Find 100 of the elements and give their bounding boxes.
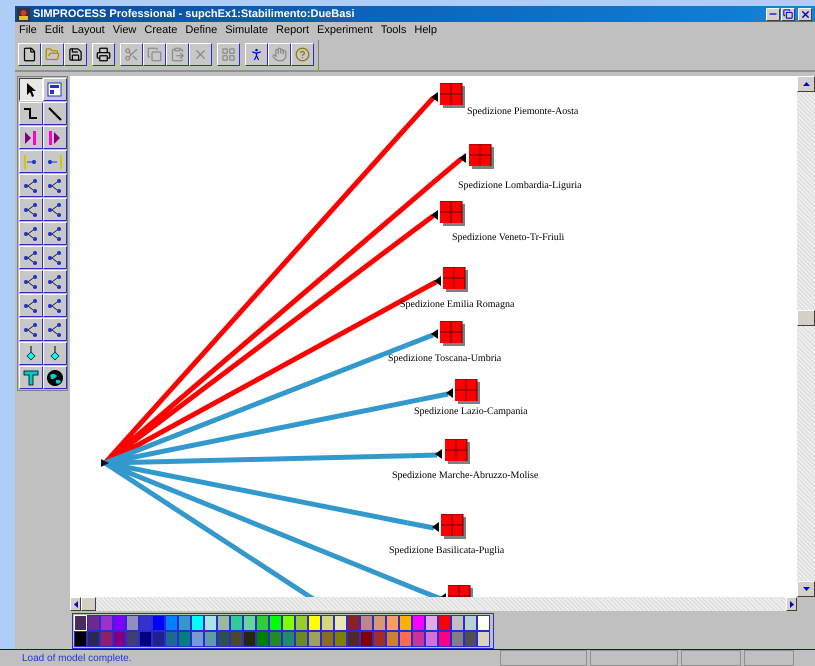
color-swatch[interactable] [87, 631, 100, 647]
color-swatch[interactable] [282, 631, 295, 647]
color-swatch[interactable] [425, 615, 438, 631]
color-swatch[interactable] [412, 631, 425, 647]
color-swatch[interactable] [295, 615, 308, 631]
color-swatch[interactable] [425, 631, 438, 647]
color-swatch[interactable] [347, 631, 360, 647]
color-swatch[interactable] [269, 631, 282, 647]
node-label: Spedizione Marche-Abruzzo-Molise [392, 470, 538, 482]
close-button[interactable] [798, 8, 812, 20]
color-swatch[interactable] [360, 631, 373, 647]
color-swatch[interactable] [126, 615, 139, 631]
color-swatch[interactable] [165, 631, 178, 647]
tool-button[interactable] [19, 78, 43, 101]
color-swatch[interactable] [256, 615, 269, 631]
color-swatch[interactable] [386, 631, 399, 647]
color-swatch[interactable] [191, 615, 204, 631]
node-label: Spedizione Lombardia-Liguria [458, 180, 582, 192]
block-icon [455, 379, 481, 405]
scroll-thumb[interactable] [81, 597, 96, 611]
color-swatch[interactable] [477, 631, 490, 647]
color-swatch[interactable] [74, 631, 87, 647]
color-swatch[interactable] [334, 615, 347, 631]
color-swatch[interactable] [191, 631, 204, 647]
toolbar-button[interactable] [64, 43, 87, 66]
scroll-thumb[interactable] [797, 310, 815, 326]
color-swatch[interactable] [126, 631, 139, 647]
menu-item[interactable]: Tools [378, 22, 408, 39]
menu-item[interactable]: Experiment [315, 22, 375, 39]
color-swatch[interactable] [230, 615, 243, 631]
color-swatch[interactable] [243, 615, 256, 631]
toolbar-button[interactable] [18, 43, 41, 66]
color-swatch[interactable] [451, 615, 464, 631]
color-swatch[interactable] [347, 615, 360, 631]
color-swatch[interactable] [360, 615, 373, 631]
menu-item[interactable]: View [110, 22, 138, 39]
color-swatch[interactable] [139, 631, 152, 647]
color-swatch[interactable] [165, 615, 178, 631]
horizontal-scrollbar[interactable] [70, 597, 797, 611]
color-swatch[interactable] [217, 631, 230, 647]
color-swatch[interactable] [282, 615, 295, 631]
color-swatch[interactable] [308, 631, 321, 647]
color-swatch[interactable] [113, 615, 126, 631]
color-swatch[interactable] [477, 615, 490, 631]
color-swatch[interactable] [178, 631, 191, 647]
node-label: Spedizione Toscana-Umbria [388, 353, 502, 365]
toolbar-button[interactable] [41, 43, 64, 66]
color-swatch[interactable] [399, 615, 412, 631]
color-swatch[interactable] [152, 615, 165, 631]
menu-item[interactable]: Define [183, 22, 220, 39]
color-swatch[interactable] [178, 615, 191, 631]
color-swatch[interactable] [217, 615, 230, 631]
color-swatch[interactable] [334, 631, 347, 647]
color-swatch[interactable] [243, 631, 256, 647]
color-swatch[interactable] [269, 615, 282, 631]
menu-item[interactable]: Edit [42, 22, 66, 39]
color-swatch[interactable] [373, 615, 386, 631]
scissors-icon [124, 47, 139, 62]
color-swatch[interactable] [100, 631, 113, 647]
color-swatch[interactable] [412, 615, 425, 631]
color-swatch[interactable] [464, 631, 477, 647]
restore-icon [783, 9, 793, 19]
color-swatch[interactable] [321, 615, 334, 631]
clipboard-icon [170, 47, 185, 62]
restore-button[interactable] [781, 8, 795, 20]
toolbar-button[interactable] [245, 43, 268, 66]
color-swatch[interactable] [256, 631, 269, 647]
block-icon [469, 144, 495, 170]
menu-item[interactable]: Create [142, 22, 180, 39]
color-swatch[interactable] [386, 615, 399, 631]
minimize-button[interactable] [766, 8, 780, 20]
toolbar-button[interactable] [291, 43, 314, 66]
color-swatch[interactable] [87, 615, 100, 631]
menu-item[interactable]: File [17, 22, 39, 39]
vertical-scrollbar[interactable] [797, 76, 815, 598]
color-swatch[interactable] [295, 631, 308, 647]
color-swatch[interactable] [308, 615, 321, 631]
color-swatch[interactable] [152, 631, 165, 647]
color-swatch[interactable] [399, 631, 412, 647]
toolbar-button[interactable] [92, 43, 115, 66]
color-swatch[interactable] [113, 631, 126, 647]
color-swatch[interactable] [100, 615, 113, 631]
menu-item[interactable]: Layout [70, 22, 107, 39]
color-swatch[interactable] [373, 631, 386, 647]
origin-marker [101, 459, 109, 467]
color-swatch[interactable] [139, 615, 152, 631]
menu-item[interactable]: Report [274, 22, 312, 39]
color-swatch[interactable] [438, 615, 451, 631]
color-swatch[interactable] [204, 615, 217, 631]
color-swatch[interactable] [451, 631, 464, 647]
color-swatch[interactable] [464, 615, 477, 631]
right-arrow-icon [790, 600, 794, 608]
color-swatch[interactable] [204, 631, 217, 647]
left-arrow-icon [74, 600, 78, 608]
menu-item[interactable]: Simulate [223, 22, 270, 39]
menu-item[interactable]: Help [412, 22, 439, 39]
node-label: Spedizione Veneto-Tr-Friuli [452, 232, 564, 244]
color-swatch[interactable] [230, 631, 243, 647]
color-swatch[interactable] [438, 631, 451, 647]
color-swatch[interactable] [321, 631, 334, 647]
